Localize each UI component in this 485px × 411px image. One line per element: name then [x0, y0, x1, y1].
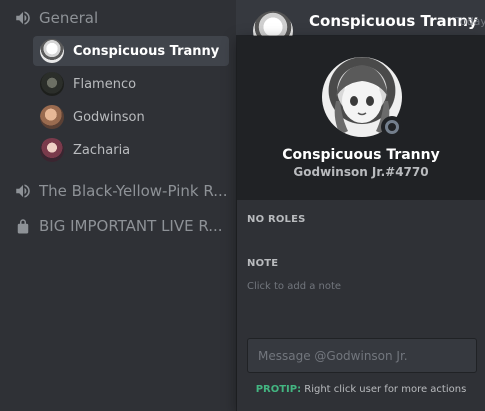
protip-label: PROTIP:: [255, 384, 302, 395]
roles-heading: NO ROLES: [247, 214, 306, 225]
voice-channel-general[interactable]: General: [14, 6, 98, 30]
lock-icon: [14, 217, 32, 235]
member-name: Flamenco: [73, 76, 137, 92]
direct-message-input[interactable]: Message @Godwinson Jr.: [247, 338, 477, 373]
avatar: [40, 138, 64, 162]
avatar: [40, 72, 64, 96]
channel-label: The Black-Yellow-Pink R...: [39, 182, 228, 200]
member-conspicuous-tranny[interactable]: Conspicuous Tranny: [33, 36, 229, 66]
locked-channel-big-important-live[interactable]: BIG IMPORTANT LIVE R...: [14, 214, 223, 238]
channel-label: BIG IMPORTANT LIVE R...: [39, 217, 223, 235]
note-heading: NOTE: [247, 258, 279, 269]
channel-label: General: [39, 9, 99, 27]
member-flamenco[interactable]: Flamenco: [33, 69, 229, 99]
message-author-name[interactable]: Conspicuous Tranny: [309, 12, 478, 30]
channel-sidebar: General Conspicuous Tranny Flamenco Godw…: [0, 0, 236, 411]
profile-tag: Godwinson Jr.#4770: [293, 165, 429, 179]
member-name: Godwinson: [73, 109, 145, 125]
protip-hint: PROTIP: Right click user for more action…: [237, 384, 485, 395]
speaker-icon: [14, 9, 32, 27]
status-offline-indicator: [381, 116, 403, 138]
message-timestamp: Today: [455, 15, 485, 28]
protip-text: Right click user for more actions: [301, 384, 467, 395]
member-godwinson[interactable]: Godwinson: [33, 102, 229, 132]
voice-channel-black-yellow-pink[interactable]: The Black-Yellow-Pink R...: [14, 179, 228, 203]
member-name: Conspicuous Tranny: [73, 43, 220, 59]
member-zacharia[interactable]: Zacharia: [33, 135, 229, 165]
avatar: [40, 39, 64, 63]
avatar: [40, 105, 64, 129]
user-profile-popout: Conspicuous Tranny Godwinson Jr.#4770 NO…: [237, 36, 485, 411]
speaker-icon: [14, 182, 32, 200]
note-field[interactable]: Click to add a note: [247, 281, 341, 292]
profile-username: Conspicuous Tranny: [282, 147, 440, 163]
member-name: Zacharia: [73, 142, 131, 158]
